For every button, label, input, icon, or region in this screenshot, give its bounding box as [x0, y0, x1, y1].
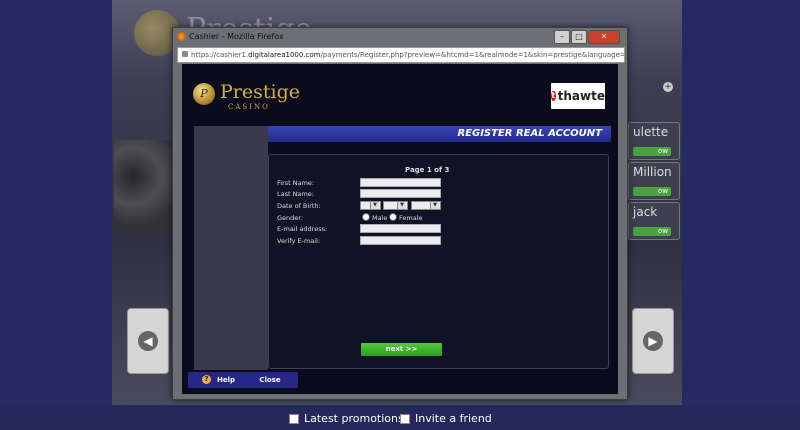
- logo-subtitle: CASINO: [228, 103, 270, 111]
- lock-icon: [182, 51, 188, 57]
- left-menu-panel: [194, 126, 268, 370]
- gender-male-radio[interactable]: [362, 213, 370, 221]
- registration-form: Page 1 of 3 First Name: Last Name: Date …: [268, 154, 609, 369]
- play-now-button[interactable]: ow: [633, 187, 671, 196]
- email-label: E-mail address:: [277, 225, 328, 233]
- gender-female-radio[interactable]: [389, 213, 397, 221]
- gender-male-label: Male: [372, 214, 388, 222]
- help-icon: ?: [202, 375, 211, 384]
- window-title: Cashier - Mozilla Firefox: [189, 32, 284, 41]
- background-right-panel: [682, 0, 800, 430]
- next-button[interactable]: next >>: [361, 343, 442, 356]
- close-window-button[interactable]: ✕: [588, 30, 620, 44]
- latest-promotions-checkbox[interactable]: [289, 413, 299, 424]
- url-prefix: https://cashier1.: [191, 51, 249, 59]
- previous-button[interactable]: ◀: [127, 308, 169, 374]
- maximize-button[interactable]: □: [571, 30, 587, 44]
- first-name-input[interactable]: [360, 178, 441, 187]
- chevron-right-icon: ▶: [643, 331, 663, 351]
- chevron-down-icon: ▼: [430, 202, 439, 209]
- verify-email-input[interactable]: [360, 236, 441, 245]
- minimize-button[interactable]: –: [554, 30, 570, 44]
- side-game-label: jack: [633, 205, 658, 219]
- firefox-icon: [177, 32, 186, 41]
- plus-icon[interactable]: +: [663, 82, 673, 92]
- latest-promotions-label: Latest promotions: [304, 412, 404, 425]
- invite-friend-checkbox[interactable]: [400, 413, 410, 424]
- url-domain: digitalarea1000.com: [248, 51, 321, 59]
- dob-year-select[interactable]: ▼: [411, 201, 441, 210]
- side-game-roulette[interactable]: ulette ow: [628, 122, 680, 160]
- window-titlebar[interactable]: Cashier - Mozilla Firefox – □ ✕: [173, 28, 627, 46]
- dob-month-select[interactable]: ▼: [383, 201, 408, 210]
- casino-chips-image: [114, 140, 178, 230]
- cashier-window: Cashier - Mozilla Firefox – □ ✕ https://…: [172, 27, 628, 400]
- latest-promotions-option[interactable]: Latest promotions: [289, 412, 404, 425]
- gender-female-label: Female: [399, 214, 423, 222]
- invite-friend-option[interactable]: Invite a friend: [400, 412, 492, 425]
- side-game-million[interactable]: Million ow: [628, 162, 680, 200]
- cashier-content: P Prestige CASINO t thawte REGISTER REAL…: [182, 64, 618, 394]
- close-button[interactable]: Close: [242, 372, 298, 388]
- last-name-input[interactable]: [360, 189, 441, 198]
- help-button[interactable]: ? Help: [188, 372, 242, 388]
- page-title: REGISTER REAL ACCOUNT: [268, 126, 611, 142]
- dob-label: Date of Birth:: [277, 202, 321, 210]
- thawte-label: thawte: [557, 89, 605, 103]
- verify-email-label: Verify E-mail:: [277, 237, 321, 245]
- side-game-label: ulette: [633, 125, 669, 139]
- play-now-button[interactable]: ow: [633, 147, 671, 156]
- prestige-logo-icon: P: [193, 83, 215, 105]
- help-label: Help: [217, 376, 236, 384]
- address-bar[interactable]: https://cashier1.digitalarea1000.com/pay…: [177, 47, 625, 63]
- thawte-icon: t: [551, 91, 556, 101]
- side-game-blackjack[interactable]: jack ow: [628, 202, 680, 240]
- chevron-down-icon: ▼: [370, 202, 379, 209]
- side-game-label: Million: [633, 165, 672, 179]
- first-name-label: First Name:: [277, 179, 315, 187]
- background-left-panel: [0, 0, 112, 430]
- chevron-down-icon: ▼: [397, 202, 406, 209]
- gender-label: Gender:: [277, 214, 304, 222]
- logo-name: Prestige: [220, 81, 300, 103]
- dob-day-select[interactable]: ▼: [360, 201, 381, 210]
- next-slide-button[interactable]: ▶: [632, 308, 674, 374]
- play-now-button[interactable]: ow: [633, 227, 671, 236]
- url-path: /payments/Register.php?preview=&htcmd=1&…: [320, 51, 625, 59]
- thawte-seal[interactable]: t thawte: [551, 83, 605, 109]
- page-indicator: Page 1 of 3: [405, 166, 450, 174]
- last-name-label: Last Name:: [277, 190, 314, 198]
- invite-friend-label: Invite a friend: [415, 412, 492, 425]
- chevron-left-icon: ◀: [138, 331, 158, 351]
- email-input[interactable]: [360, 224, 441, 233]
